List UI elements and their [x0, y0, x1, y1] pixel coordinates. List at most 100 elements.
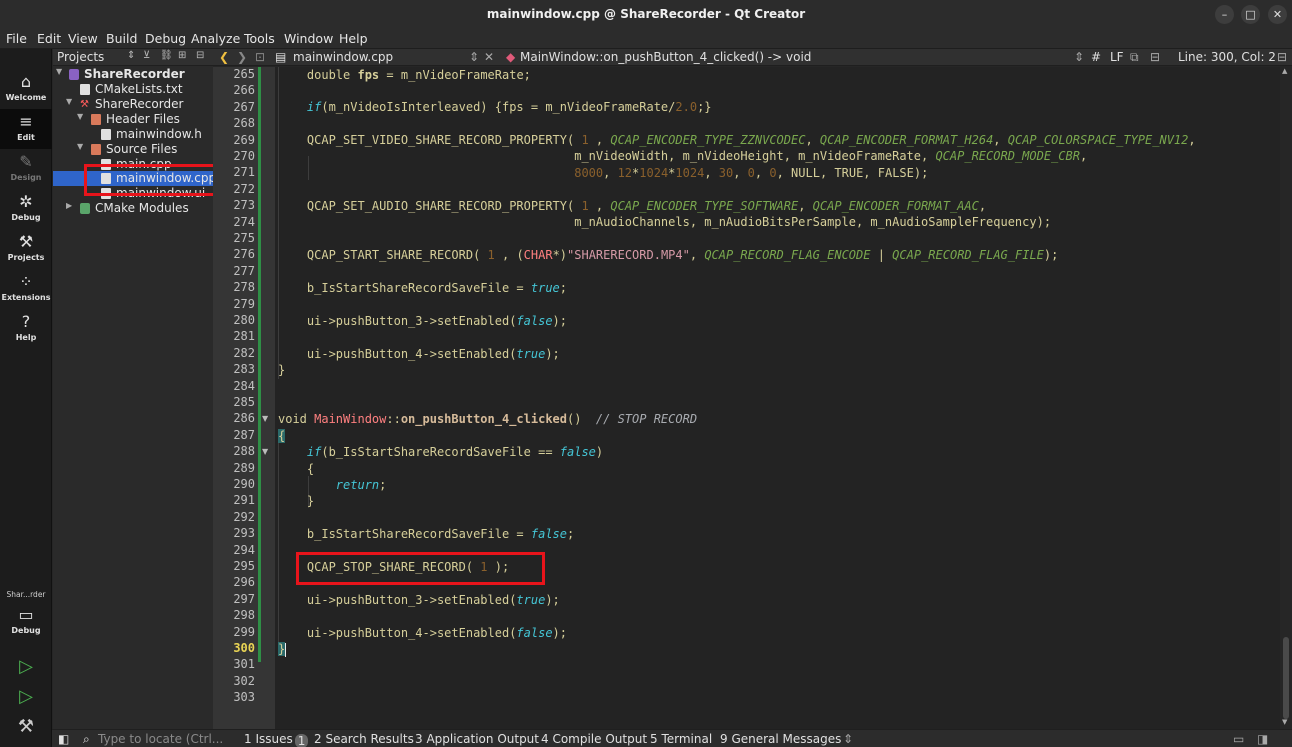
line-number: 300: [233, 641, 255, 655]
code-token: (b_IsStartShareRecordSaveFile ==: [321, 445, 560, 459]
mode-edit[interactable]: ≡ Edit: [0, 109, 52, 149]
tree-item-mainwindow-h[interactable]: mainwindow.h: [53, 127, 213, 142]
kit-selector[interactable]: ▭ Debug: [0, 602, 52, 642]
mode-bar: ⌂ Welcome ≡ Edit ✎ Design ✲ Debug ⚒ Proj…: [0, 49, 52, 747]
mode-welcome[interactable]: ⌂ Welcome: [0, 69, 52, 109]
tree-item-project-root[interactable]: ▼ ShareRecorder: [53, 67, 213, 82]
code-line-273: QCAP_SET_AUDIO_SHARE_RECORD_PROPERTY( 1 …: [278, 198, 986, 214]
scrollbar-thumb[interactable]: [1283, 637, 1289, 719]
menu-edit[interactable]: Edit: [37, 31, 61, 46]
hash-button[interactable]: #: [1091, 50, 1101, 64]
line-number: 292: [233, 509, 255, 524]
line-number: 276: [233, 247, 255, 262]
mode-help[interactable]: ? Help: [0, 309, 52, 349]
code-token: 2.0: [675, 100, 698, 114]
code-token: ui->pushButton_3->setEnabled(: [306, 593, 517, 607]
cursor-position[interactable]: Line: 300, Col: 2: [1178, 50, 1276, 64]
code-token: ui->pushButton_4->setEnabled(: [306, 347, 517, 361]
close-document-icon[interactable]: ✕: [484, 50, 494, 64]
code-token: on_pushButton_4_clicked: [400, 412, 567, 426]
symbol-selector-arrows-icon[interactable]: ⇕: [1074, 50, 1084, 64]
code-token: (m_nVideoIsInterleaved) {fps = m_nVideoF…: [321, 100, 676, 114]
maximize-button[interactable]: □: [1241, 5, 1260, 24]
scroll-down-arrow-icon[interactable]: ▼: [1282, 718, 1287, 726]
line-number: 295: [233, 559, 255, 573]
mode-design[interactable]: ✎ Design: [0, 149, 52, 189]
code-token: "SHARERECORD.MP4": [567, 248, 690, 262]
split-icon[interactable]: ⊞: [178, 50, 186, 61]
view-selector[interactable]: Projects: [57, 50, 104, 64]
tree-item-cmake-modules[interactable]: ▶ CMake Modules: [53, 201, 213, 216]
tab-terminal[interactable]: 5 Terminal: [650, 732, 712, 746]
forward-arrow-icon[interactable]: ❯: [237, 50, 247, 64]
more-tabs-arrows-icon[interactable]: ⇕: [843, 732, 853, 746]
code-token: (): [567, 412, 596, 426]
build-button[interactable]: ⚒: [14, 715, 38, 739]
locator-input[interactable]: Type to locate (Ctrl...: [98, 732, 223, 746]
tab-application-output[interactable]: 3 Application Output: [415, 732, 539, 746]
code-token: QCAP_ENCODER_FORMAT_AAC: [812, 199, 979, 213]
tree-item-cmakelists[interactable]: CMakeLists.txt: [53, 82, 213, 97]
line-number: 265: [233, 67, 255, 81]
line-ending-button[interactable]: LF: [1110, 50, 1124, 64]
mode-extensions[interactable]: ⁘ Extensions: [0, 269, 52, 309]
code-line-274: m_nAudioChannels, m_nAudioBitsPerSample,…: [278, 214, 1051, 230]
code-token: if: [306, 445, 322, 459]
project-pane-header: Projects ⇕ ⊻ ⛓ ⊞ ⊟: [53, 49, 213, 66]
code-token: ,: [993, 133, 1008, 147]
line-number: 274: [233, 214, 255, 229]
tab-search-results[interactable]: 2 Search Results: [314, 732, 414, 746]
tree-label: ShareRecorder: [84, 67, 185, 81]
code-token: 1: [487, 248, 495, 262]
code-line-265: double fps = m_nVideoFrameRate;: [278, 67, 531, 83]
menu-help[interactable]: Help: [339, 31, 368, 46]
menu-view[interactable]: View: [68, 31, 98, 46]
link-icon[interactable]: ⛓: [160, 50, 173, 61]
mode-debug[interactable]: ✲ Debug: [0, 189, 52, 229]
toggle-right-sidebar-icon[interactable]: ◨: [1257, 732, 1268, 746]
scroll-up-arrow-icon[interactable]: ▲: [1282, 67, 1287, 75]
cmake-folder-icon: [80, 203, 90, 214]
menu-file[interactable]: File: [6, 31, 27, 46]
selector-arrows-icon[interactable]: ⇕: [127, 50, 135, 61]
menu-window[interactable]: Window: [284, 31, 333, 46]
code-token: |: [870, 248, 893, 262]
format-icon[interactable]: ⊟: [1150, 50, 1160, 64]
toggle-sidebar-icon[interactable]: ◧: [58, 732, 69, 746]
encoding-icon[interactable]: ⧉: [1130, 50, 1139, 65]
progress-icon[interactable]: ▭: [1233, 732, 1244, 746]
code-token: ::: [386, 412, 401, 426]
mode-projects[interactable]: ⚒ Projects: [0, 229, 52, 269]
split-editor-icon[interactable]: ⊟: [1277, 50, 1287, 64]
code-token: ,: [603, 166, 618, 180]
tree-item-target[interactable]: ▼ ⚒ ShareRecorder: [53, 97, 213, 112]
tree-item-source-files[interactable]: ▼ Source Files: [53, 142, 213, 157]
close-pane-icon[interactable]: ⊟: [196, 50, 204, 61]
mode-extensions-label: Extensions: [1, 293, 51, 302]
menu-tools[interactable]: Tools: [244, 31, 275, 46]
minimize-button[interactable]: –: [1215, 5, 1234, 24]
tab-general-messages[interactable]: 9 General Messages: [720, 732, 841, 746]
code-token: ,: [805, 133, 820, 147]
fold-arrow-icon[interactable]: ▼: [262, 414, 268, 423]
back-arrow-icon[interactable]: ❮: [219, 50, 229, 64]
debug-run-button[interactable]: ▷: [14, 685, 38, 709]
filter-icon[interactable]: ⊻: [143, 50, 150, 61]
menu-build[interactable]: Build: [106, 31, 137, 46]
code-token: b_IsStartShareRecordSaveFile =: [306, 281, 531, 295]
tree-item-header-files[interactable]: ▼ Header Files: [53, 112, 213, 127]
menu-debug[interactable]: Debug: [145, 31, 186, 46]
close-button[interactable]: ✕: [1268, 5, 1287, 24]
run-button[interactable]: ▷: [14, 655, 38, 679]
code-token: void: [278, 412, 315, 426]
code-line-270: m_nVideoWidth, m_nVideoHeight, m_nVideoF…: [278, 148, 1087, 164]
code-editor[interactable]: double fps = m_nVideoFrameRate; if (m_nVi…: [275, 67, 1280, 729]
open-document-selector[interactable]: mainwindow.cpp: [293, 50, 393, 64]
fold-arrow-icon[interactable]: ▼: [262, 447, 268, 456]
document-selector-arrows-icon[interactable]: ⇕: [469, 50, 479, 64]
tab-issues[interactable]: 1 Issues 1: [244, 732, 309, 747]
vertical-scrollbar[interactable]: ▲ ▼: [1280, 67, 1292, 729]
tab-compile-output[interactable]: 4 Compile Output: [541, 732, 647, 746]
symbol-selector[interactable]: MainWindow::on_pushButton_4_clicked() ->…: [520, 50, 811, 64]
menu-analyze[interactable]: Analyze: [191, 31, 240, 46]
